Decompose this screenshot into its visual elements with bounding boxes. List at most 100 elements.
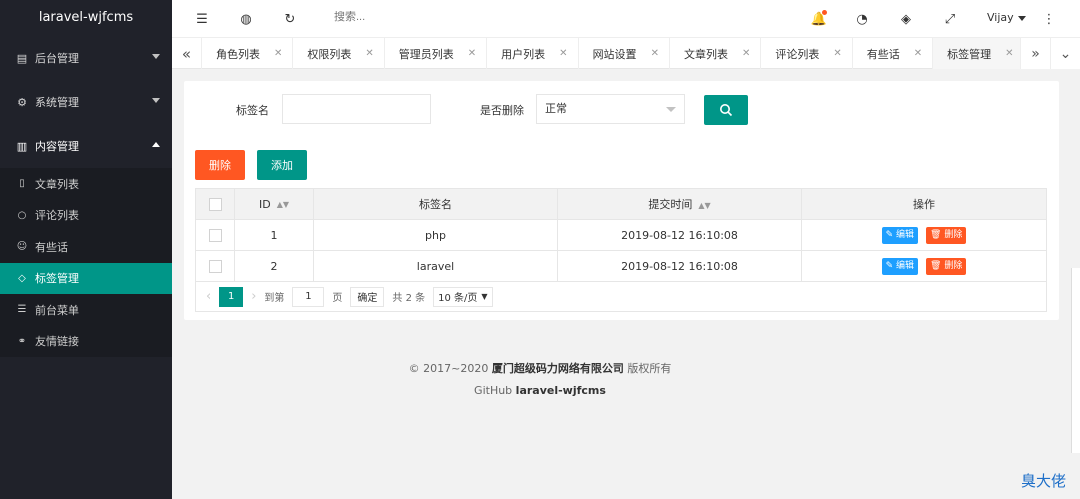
close-icon[interactable]: ✕: [651, 48, 659, 59]
row-id: 2: [234, 250, 314, 282]
goto-label: 到第: [264, 293, 285, 304]
tab-admins[interactable]: 管理员列表 ✕: [385, 38, 488, 69]
sidebar-item-links[interactable]: ⚭ 友情链接: [0, 326, 172, 358]
sidebar-item-tags[interactable]: ◇ 标签管理: [0, 262, 172, 294]
more-icon[interactable]: ⋮: [1041, 11, 1057, 27]
link-icon: ⚭: [17, 335, 27, 347]
tag-management-card: 标签名 是否删除 正常 删除 添加 ID ▲▼ 标签名 提交时间 ▲▼ 操作 1 p…: [184, 81, 1059, 320]
close-icon[interactable]: ✕: [559, 48, 567, 59]
next-page-icon[interactable]: ›: [251, 289, 256, 304]
tab-roles[interactable]: 角色列表 ✕: [202, 38, 294, 69]
notification-dot: [822, 10, 827, 15]
delete-button[interactable]: 🗑 删除: [926, 226, 967, 244]
content-submenu: ▯ 文章列表 ○ 评论列表 ☺ 有些话 ◇ 标签管理 ☰ 前台菜单 ⚭ 友情链接: [0, 168, 172, 357]
batch-delete-button[interactable]: 删除: [195, 150, 245, 180]
dashboard-icon: ▤: [16, 51, 28, 65]
page-current[interactable]: 1: [219, 286, 244, 307]
chevron-up-icon: [152, 142, 160, 147]
delete-button[interactable]: 🗑 删除: [926, 257, 967, 275]
sidebar-item-words[interactable]: ☺ 有些话: [0, 231, 172, 263]
close-icon[interactable]: ✕: [1005, 48, 1013, 59]
total-count: 共 2 条: [392, 293, 426, 304]
deleted-select[interactable]: 正常: [536, 94, 685, 124]
user-menu[interactable]: Vijay: [987, 11, 1026, 24]
select-all-checkbox[interactable]: [208, 197, 222, 211]
menu-admin[interactable]: ▤ 后台管理: [0, 36, 172, 80]
table-header-row: ID ▲▼ 标签名 提交时间 ▲▼ 操作: [195, 188, 1047, 220]
close-icon[interactable]: ✕: [742, 48, 750, 59]
close-icon[interactable]: ✕: [833, 48, 841, 59]
sidebar-item-comments[interactable]: ○ 评论列表: [0, 200, 172, 232]
close-icon[interactable]: ✕: [914, 48, 922, 59]
refresh-icon[interactable]: ↻: [282, 11, 298, 27]
menu-content[interactable]: ▥ 内容管理: [0, 124, 172, 168]
tab-label: 角色列表: [216, 47, 260, 61]
sidebar-item-label: 友情链接: [35, 335, 79, 349]
edit-button[interactable]: ✎ 编辑: [881, 257, 919, 275]
tab-articles[interactable]: 文章列表 ✕: [670, 38, 762, 69]
row-checkbox[interactable]: [208, 228, 222, 242]
prev-page-icon[interactable]: ‹: [206, 289, 211, 304]
caret-down-icon: ▼: [481, 292, 488, 301]
app-logo[interactable]: laravel-wjfcms: [0, 0, 172, 36]
page-size-select[interactable]: 10 条/页 ▼: [433, 286, 493, 307]
goto-confirm-button[interactable]: 确定: [350, 286, 385, 307]
sidebar-item-front-menu[interactable]: ☰ 前台菜单: [0, 294, 172, 326]
menu-system[interactable]: ⚙ 系统管理: [0, 80, 172, 124]
tab-label: 文章列表: [683, 47, 728, 61]
sort-icon[interactable]: ▲▼: [698, 201, 710, 210]
tag-name-input[interactable]: [282, 94, 431, 124]
github-link[interactable]: laravel-wjfcms: [516, 384, 606, 397]
sidebar-item-articles[interactable]: ▯ 文章列表: [0, 168, 172, 200]
tab-site-settings[interactable]: 网站设置 ✕: [579, 38, 670, 69]
trash-icon: 🗑: [930, 260, 942, 271]
dashboard-gauge-icon[interactable]: ◔: [854, 11, 870, 27]
col-actions: 操作: [801, 188, 1047, 220]
sort-icon[interactable]: ▲▼: [277, 200, 289, 209]
tab-scroll-right-icon[interactable]: »: [1020, 38, 1050, 69]
bell-icon[interactable]: 🔔: [811, 10, 827, 27]
col-id-label: ID: [258, 197, 271, 211]
tag-icon: ◇: [18, 272, 26, 284]
edit-label: 编辑: [896, 229, 915, 240]
company-link[interactable]: 厦门超级码力网络有限公司: [492, 362, 624, 375]
tab-scroll-left-icon[interactable]: «: [172, 38, 202, 69]
theme-tag-icon[interactable]: ◈: [898, 11, 914, 27]
tab-label: 权限列表: [307, 47, 352, 61]
user-name: Vijay: [987, 11, 1014, 24]
col-name: 标签名: [313, 188, 558, 220]
tab-permissions[interactable]: 权限列表 ✕: [293, 38, 385, 69]
edit-button[interactable]: ✎ 编辑: [881, 226, 919, 244]
tab-label: 用户列表: [501, 47, 546, 61]
col-time[interactable]: 提交时间 ▲▼: [557, 188, 802, 220]
search-input[interactable]: [334, 11, 454, 23]
file-icon: ▯: [19, 178, 25, 190]
pencil-icon: ✎: [885, 229, 894, 240]
row-id: 1: [234, 219, 314, 251]
goto-page-input[interactable]: 1: [292, 286, 325, 307]
close-icon[interactable]: ✕: [365, 48, 373, 59]
tab-words[interactable]: 有些话 ✕: [853, 38, 934, 69]
tab-users[interactable]: 用户列表 ✕: [487, 38, 579, 69]
tab-controls: » ⌄: [1020, 38, 1080, 69]
col-id[interactable]: ID ▲▼: [234, 188, 314, 220]
gear-icon: ⚙: [17, 95, 27, 109]
github-label: GitHub: [474, 384, 513, 397]
close-icon[interactable]: ✕: [274, 48, 282, 59]
sidebar: laravel-wjfcms ▤ 后台管理 ⚙ 系统管理 ▥ 内容管理 ▯ 文章列…: [0, 0, 172, 499]
deleted-select-value: 正常: [545, 102, 567, 115]
tab-comments[interactable]: 评论列表 ✕: [761, 38, 853, 69]
row-checkbox[interactable]: [208, 259, 222, 273]
tab-label: 网站设置: [592, 47, 637, 61]
chevron-down-icon[interactable]: ⌄: [1050, 38, 1080, 69]
tab-label: 标签管理: [947, 47, 992, 61]
shrink-sidebar-icon[interactable]: ☰: [194, 11, 210, 27]
tab-tags[interactable]: 标签管理 ✕: [933, 38, 1025, 69]
add-button[interactable]: 添加: [257, 150, 307, 180]
close-icon[interactable]: ✕: [468, 48, 476, 59]
globe-icon[interactable]: ◍: [238, 11, 254, 27]
tab-bar: « 角色列表 ✕ 权限列表 ✕ 管理员列表 ✕ 用户列表 ✕ 网站设置 ✕ 文章列表 ✕ 评…: [172, 38, 1080, 69]
comment-icon: ○: [17, 209, 27, 221]
search-button[interactable]: [704, 95, 748, 125]
fullscreen-icon[interactable]: ⤢: [942, 11, 958, 27]
